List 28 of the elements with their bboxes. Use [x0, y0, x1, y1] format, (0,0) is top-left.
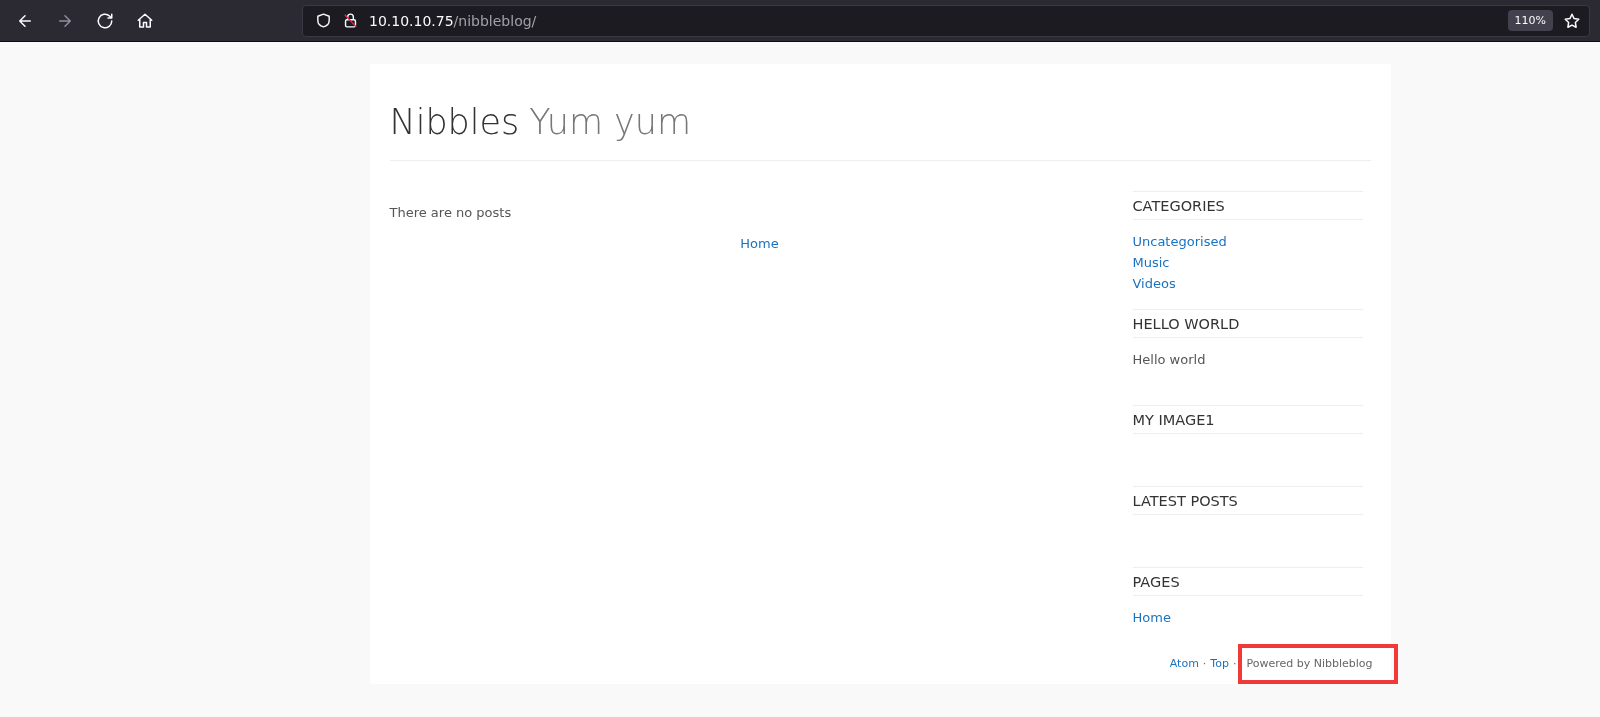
footer-separator: ·: [1202, 657, 1207, 670]
address-bar[interactable]: 10.10.10.75/nibbleblog/ 110%: [302, 4, 1590, 37]
widget-title: PAGES: [1132, 567, 1363, 596]
reload-icon: [96, 11, 114, 30]
insecure-lock-icon: [342, 12, 359, 29]
shield-icon: [315, 12, 332, 29]
blog-title: Nibbles: [389, 102, 520, 142]
no-posts-message: There are no posts: [389, 205, 513, 220]
zoom-level-button[interactable]: 110%: [1507, 10, 1553, 31]
star-icon: [1563, 11, 1581, 30]
footer-link[interactable]: Top: [1210, 657, 1229, 670]
widget-title: HELLO WORLD: [1132, 309, 1363, 338]
footer-separator: ·: [1232, 657, 1237, 670]
blog-slogan: Yum yum: [529, 102, 692, 142]
url-path: /nibbleblog/: [453, 12, 537, 29]
widget-text: Hello world: [1132, 351, 1207, 369]
url-host: 10.10.10.75: [369, 12, 454, 29]
widget-title: CATEGORIES: [1132, 191, 1363, 220]
sidebar-link[interactable]: Home: [1132, 610, 1363, 625]
sidebar-link[interactable]: Music: [1132, 255, 1363, 270]
sidebar-link[interactable]: Uncategorised: [1132, 234, 1363, 249]
sidebar-link[interactable]: Videos: [1132, 276, 1363, 291]
home-icon: [136, 11, 154, 30]
home-link[interactable]: Home: [740, 236, 779, 251]
footer-link[interactable]: Atom: [1169, 657, 1199, 670]
footer-credit: Powered by Nibbleblog: [1246, 657, 1373, 670]
widget-title: MY IMAGE1: [1132, 405, 1363, 434]
widget-title: LATEST POSTS: [1132, 486, 1363, 515]
